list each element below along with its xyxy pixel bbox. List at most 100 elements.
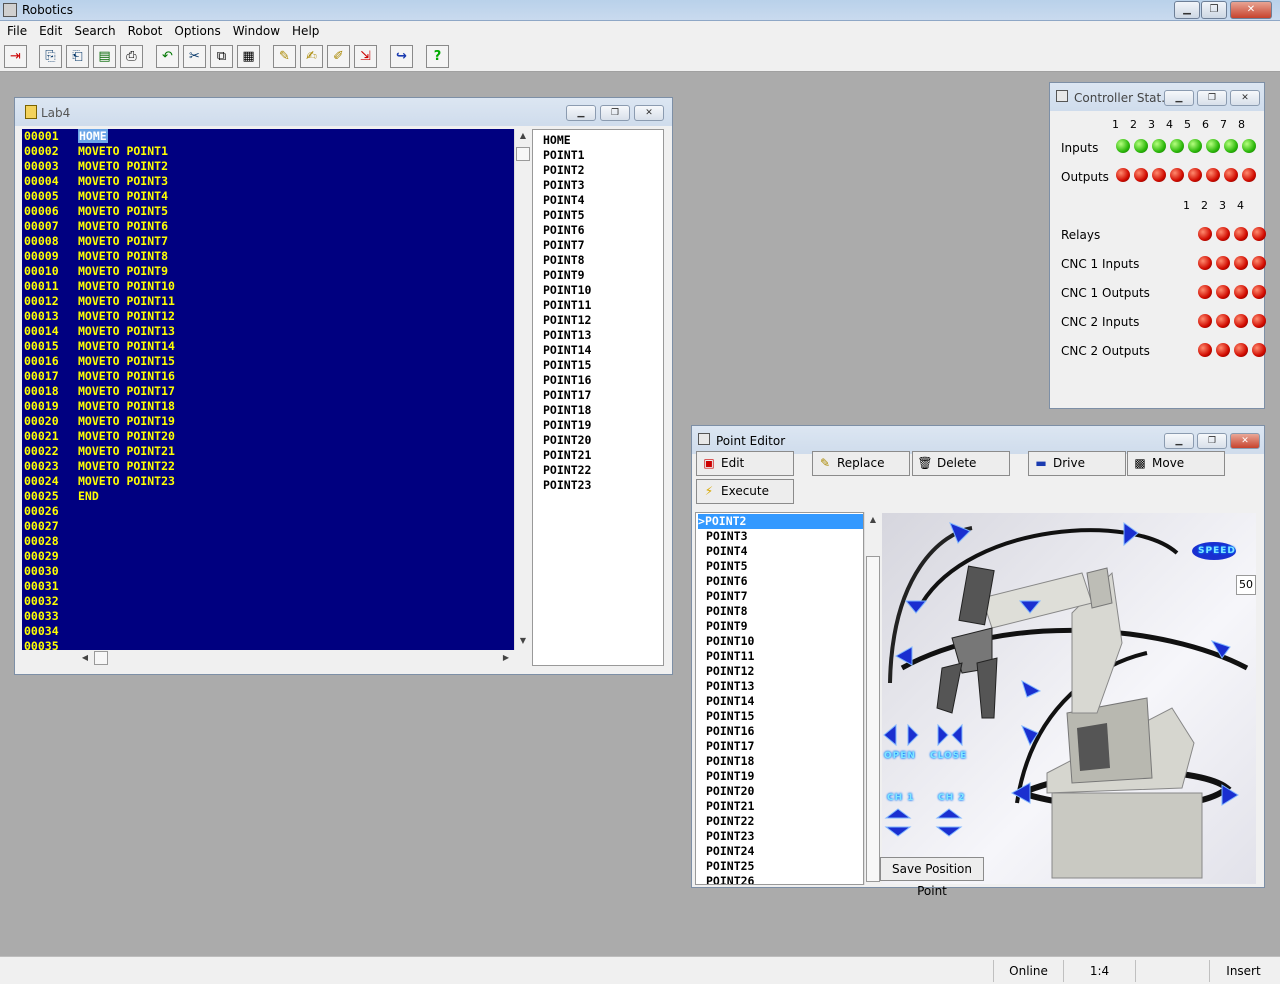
code-line[interactable]: 00011 MOVETO POINT10 bbox=[24, 279, 175, 294]
drive-button[interactable]: ▬ Drive bbox=[1028, 451, 1126, 476]
list-item[interactable]: POINT21 bbox=[706, 799, 754, 814]
maximize-button[interactable]: ❐ bbox=[1201, 1, 1227, 19]
exit-icon[interactable]: ⇥ bbox=[4, 45, 27, 68]
close-button[interactable]: ✕ bbox=[1230, 1, 1272, 19]
scroll-right-icon[interactable]: ▶ bbox=[499, 653, 513, 662]
code-line[interactable]: 00035 bbox=[24, 639, 78, 650]
code-line[interactable]: 00019 MOVETO POINT18 bbox=[24, 399, 175, 414]
find-next-icon[interactable]: ✐ bbox=[327, 45, 350, 68]
list-item[interactable]: POINT23 bbox=[543, 478, 591, 493]
controller-maximize-button[interactable]: ❐ bbox=[1197, 90, 1227, 106]
list-item[interactable]: HOME bbox=[543, 133, 571, 148]
code-line[interactable]: 00025 END bbox=[24, 489, 99, 504]
list-item[interactable]: POINT25 bbox=[706, 859, 754, 874]
list-item[interactable]: POINT11 bbox=[543, 298, 591, 313]
menu-help[interactable]: Help bbox=[285, 21, 324, 38]
code-line[interactable]: 00030 bbox=[24, 564, 78, 579]
cut-icon[interactable]: ✂ bbox=[183, 45, 206, 68]
code-line[interactable]: 00013 MOVETO POINT12 bbox=[24, 309, 175, 324]
list-item[interactable]: POINT9 bbox=[706, 619, 748, 634]
code-line[interactable]: 00033 bbox=[24, 609, 78, 624]
list-item[interactable]: POINT17 bbox=[706, 739, 754, 754]
menu-edit[interactable]: Edit bbox=[32, 21, 67, 38]
list-item[interactable]: POINT14 bbox=[706, 694, 754, 709]
list-item[interactable]: POINT22 bbox=[706, 814, 754, 829]
lab4-minimize-button[interactable]: ▁ bbox=[566, 105, 596, 121]
edit-button[interactable]: ▣ Edit bbox=[696, 451, 794, 476]
code-line[interactable]: 00014 MOVETO POINT13 bbox=[24, 324, 175, 339]
code-line[interactable]: 00027 bbox=[24, 519, 78, 534]
code-line[interactable]: 00007 MOVETO POINT6 bbox=[24, 219, 168, 234]
list-item[interactable]: POINT17 bbox=[543, 388, 591, 403]
menu-search[interactable]: Search bbox=[67, 21, 120, 38]
delete-button[interactable]: 🗑 Delete bbox=[912, 451, 1010, 476]
speed-input[interactable]: 50 bbox=[1236, 575, 1256, 595]
list-item[interactable]: POINT4 bbox=[543, 193, 585, 208]
replace-icon[interactable]: ✍ bbox=[300, 45, 323, 68]
code-line[interactable]: 00020 MOVETO POINT19 bbox=[24, 414, 175, 429]
list-item[interactable]: POINT12 bbox=[543, 313, 591, 328]
scroll-down-icon[interactable]: ▼ bbox=[516, 636, 530, 645]
menu-options[interactable]: Options bbox=[167, 21, 225, 38]
paste-icon[interactable]: ▦ bbox=[237, 45, 260, 68]
code-line[interactable]: 00015 MOVETO POINT14 bbox=[24, 339, 175, 354]
list-item[interactable]: POINT16 bbox=[706, 724, 754, 739]
code-line[interactable]: 00012 MOVETO POINT11 bbox=[24, 294, 175, 309]
code-line[interactable]: 00016 MOVETO POINT15 bbox=[24, 354, 175, 369]
code-line[interactable]: 00031 bbox=[24, 579, 78, 594]
point-list-scrollbar[interactable]: ▲ bbox=[864, 512, 880, 885]
lab4-close-button[interactable]: ✕ bbox=[634, 105, 664, 121]
save-position-button[interactable]: Save Position Point bbox=[880, 857, 984, 898]
code-line[interactable]: 00034 bbox=[24, 624, 78, 639]
scroll-up-icon[interactable]: ▲ bbox=[516, 131, 530, 140]
print-icon[interactable]: ⎙ bbox=[120, 45, 143, 68]
editor-horizontal-scrollbar[interactable]: ◀ ▶ bbox=[76, 650, 514, 666]
code-line[interactable]: 00018 MOVETO POINT17 bbox=[24, 384, 175, 399]
menu-file[interactable]: File bbox=[0, 21, 32, 38]
code-line[interactable]: 00032 bbox=[24, 594, 78, 609]
help-icon[interactable]: ? bbox=[426, 45, 449, 68]
code-editor[interactable]: 00001 HOME 00002 MOVETO POINT1 00003 MOVETO P… bbox=[22, 129, 514, 650]
code-line[interactable]: 00003 MOVETO POINT2 bbox=[24, 159, 168, 174]
execute-button[interactable]: ⚡ Execute bbox=[696, 479, 794, 504]
lab4-maximize-button[interactable]: ❐ bbox=[600, 105, 630, 121]
list-item[interactable]: POINT13 bbox=[706, 679, 754, 694]
code-line[interactable]: 00023 MOVETO POINT22 bbox=[24, 459, 175, 474]
list-item[interactable]: POINT10 bbox=[543, 283, 591, 298]
code-line[interactable]: 00006 MOVETO POINT5 bbox=[24, 204, 168, 219]
replace-button[interactable]: ✎ Replace bbox=[812, 451, 910, 476]
scroll-left-icon[interactable]: ◀ bbox=[78, 653, 92, 662]
list-item[interactable]: POINT15 bbox=[543, 358, 591, 373]
scroll-thumb[interactable] bbox=[516, 147, 530, 161]
minimize-button[interactable]: ▁ bbox=[1174, 1, 1200, 19]
editor-vertical-scrollbar[interactable]: ▲ ▼ bbox=[514, 129, 530, 650]
undo-icon[interactable]: ↶ bbox=[156, 45, 179, 68]
list-item[interactable]: POINT19 bbox=[543, 418, 591, 433]
list-item[interactable]: POINT10 bbox=[706, 634, 754, 649]
scroll-thumb[interactable] bbox=[866, 556, 880, 882]
list-item[interactable]: POINT4 bbox=[706, 544, 748, 559]
new-file-icon[interactable]: ⎘ bbox=[39, 45, 62, 68]
list-item[interactable]: POINT8 bbox=[543, 253, 585, 268]
close-gripper-button[interactable]: CLOSE bbox=[930, 751, 967, 761]
code-line[interactable]: 00021 MOVETO POINT20 bbox=[24, 429, 175, 444]
list-item[interactable]: POINT18 bbox=[706, 754, 754, 769]
open-file-icon[interactable]: ⎗ bbox=[66, 45, 89, 68]
find-icon[interactable]: ✎ bbox=[273, 45, 296, 68]
list-item[interactable]: POINT9 bbox=[543, 268, 585, 283]
menu-robot[interactable]: Robot bbox=[121, 21, 168, 38]
list-item[interactable]: POINT16 bbox=[543, 373, 591, 388]
code-line[interactable]: 00010 MOVETO POINT9 bbox=[24, 264, 168, 279]
hscroll-thumb[interactable] bbox=[94, 651, 108, 665]
run-icon[interactable]: ↪ bbox=[390, 45, 413, 68]
point-editor-minimize-button[interactable]: ▁ bbox=[1164, 433, 1194, 449]
list-item[interactable]: >POINT2 bbox=[698, 514, 863, 529]
list-item[interactable]: POINT6 bbox=[706, 574, 748, 589]
code-line[interactable]: 00001 HOME bbox=[24, 129, 108, 144]
move-button[interactable]: ▩ Move bbox=[1127, 451, 1225, 476]
code-line[interactable]: 00017 MOVETO POINT16 bbox=[24, 369, 175, 384]
save-file-icon[interactable]: ▤ bbox=[93, 45, 116, 68]
list-item[interactable]: POINT15 bbox=[706, 709, 754, 724]
list-item[interactable]: POINT7 bbox=[706, 589, 748, 604]
menu-window[interactable]: Window bbox=[226, 21, 285, 38]
